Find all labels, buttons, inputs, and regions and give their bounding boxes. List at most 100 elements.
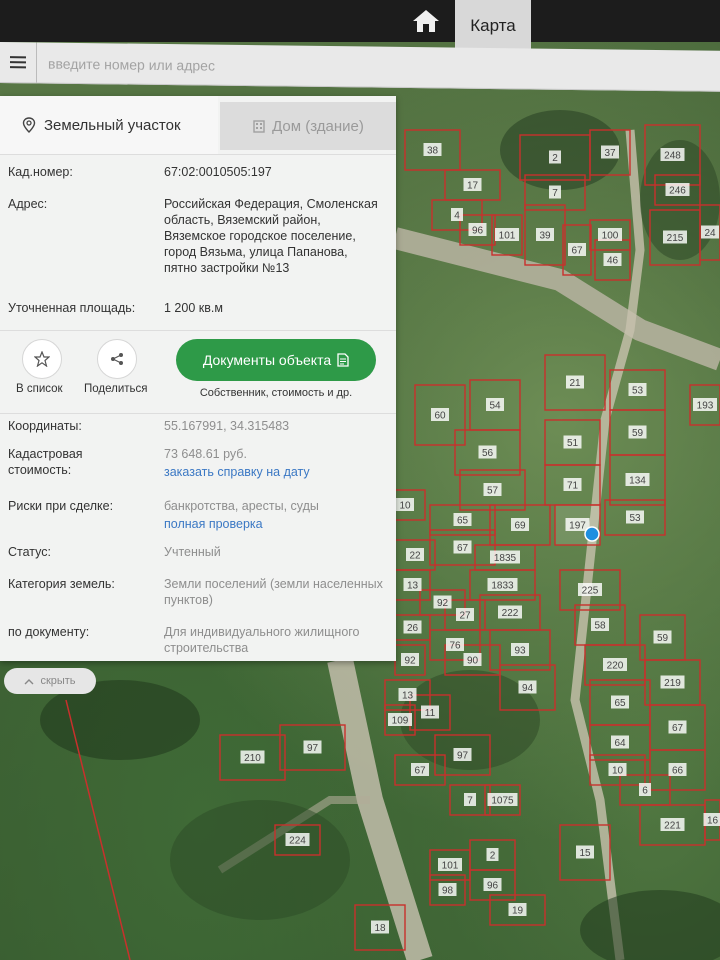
plot-number-label: 2 bbox=[490, 851, 496, 862]
tab-house-label: Дом (здание) bbox=[272, 117, 364, 135]
menu-button[interactable] bbox=[0, 42, 37, 83]
plot-number-label: 90 bbox=[467, 656, 479, 667]
star-icon bbox=[34, 351, 50, 367]
plot-info-panel: Земельный участок Дом (здание) Кад.номер… bbox=[0, 96, 396, 661]
plot-number-label: 222 bbox=[502, 608, 519, 619]
risks-value: банкротства, аресты, суды bbox=[164, 499, 319, 513]
area-label: Уточненная площадь: bbox=[8, 301, 136, 315]
plot-number-label: 97 bbox=[307, 743, 319, 754]
plot-number-label: 22 bbox=[409, 551, 421, 562]
chevron-up-icon bbox=[24, 678, 34, 684]
plot-number-label: 96 bbox=[487, 881, 499, 892]
area-value: 1 200 кв.м bbox=[164, 301, 223, 315]
location-pin-icon bbox=[22, 117, 36, 133]
documents-button[interactable]: Документы объекта bbox=[176, 339, 376, 381]
category-value: Земли поселений (земли населенных пункто… bbox=[164, 577, 383, 607]
plot-number-label: 215 bbox=[667, 233, 684, 244]
plot-number-label: 2 bbox=[552, 153, 558, 164]
cost-value: 73 648.61 руб. bbox=[164, 447, 247, 461]
plot-number-label: 210 bbox=[244, 753, 261, 764]
plot-number-label: 58 bbox=[594, 621, 606, 632]
selected-plot-marker bbox=[584, 526, 600, 542]
plot-number-label: 10 bbox=[612, 766, 624, 777]
plot-number-label: 1835 bbox=[494, 553, 517, 564]
address-label: Адрес: bbox=[8, 197, 48, 211]
share-icon bbox=[111, 353, 123, 365]
plot-number-label: 67 bbox=[414, 766, 426, 777]
share-label: Поделиться bbox=[84, 383, 148, 395]
cadnum-label: Кад.номер: bbox=[8, 165, 73, 179]
plot-number-label: 93 bbox=[514, 646, 526, 657]
plot-number-label: 92 bbox=[437, 598, 449, 609]
plot-number-label: 97 bbox=[457, 751, 469, 762]
plot-number-label: 134 bbox=[629, 476, 646, 487]
plot-number-label: 21 bbox=[569, 378, 581, 389]
search-input[interactable] bbox=[46, 51, 650, 83]
documents-subtitle: Собственник, стоимость и др. bbox=[199, 387, 353, 399]
add-to-list-button[interactable] bbox=[22, 339, 62, 379]
plot-number-label: 15 bbox=[579, 848, 591, 859]
panel-tabs: Земельный участок Дом (здание) bbox=[0, 96, 396, 155]
plot-number-label: 4 bbox=[454, 211, 460, 222]
plot-number-label: 53 bbox=[629, 513, 641, 524]
plot-number-label: 51 bbox=[567, 438, 579, 449]
plot-number-label: 1833 bbox=[491, 581, 514, 592]
plot-number-label: 71 bbox=[567, 481, 579, 492]
plot-number-label: 67 bbox=[457, 543, 469, 554]
plot-number-label: 53 bbox=[632, 386, 644, 397]
plot-number-label: 101 bbox=[442, 861, 459, 872]
plot-number-label: 59 bbox=[632, 428, 644, 439]
documents-button-label: Документы объекта bbox=[202, 352, 332, 368]
plot-number-label: 246 bbox=[669, 186, 686, 197]
status-value: Учтенный bbox=[164, 545, 221, 559]
category-label: Категория земель: bbox=[8, 577, 115, 591]
plot-number-label: 220 bbox=[607, 661, 624, 672]
plot-number-label: 219 bbox=[664, 678, 681, 689]
document-icon bbox=[337, 353, 349, 367]
risks-label: Риски при сделке: bbox=[8, 499, 114, 513]
plot-number-label: 6 bbox=[642, 786, 648, 797]
plot-number-label: 94 bbox=[522, 683, 534, 694]
plot-number-label: 100 bbox=[602, 231, 619, 242]
plot-number-label: 19 bbox=[512, 906, 524, 917]
plot-number-label: 26 bbox=[407, 623, 419, 634]
plot-number-label: 10 bbox=[399, 501, 411, 512]
full-check-link[interactable]: полная проверка bbox=[164, 516, 384, 532]
home-button[interactable] bbox=[404, 2, 448, 40]
plot-number-label: 92 bbox=[404, 656, 416, 667]
tab-land-plot[interactable]: Земельный участок bbox=[0, 96, 218, 154]
plot-number-label: 66 bbox=[672, 766, 684, 777]
plot-number-label: 27 bbox=[459, 611, 471, 622]
plot-number-label: 64 bbox=[614, 738, 626, 749]
plot-number-label: 225 bbox=[582, 586, 599, 597]
share-button[interactable] bbox=[97, 339, 137, 379]
plot-number-label: 69 bbox=[514, 521, 526, 532]
plot-number-label: 24 bbox=[704, 228, 716, 239]
plot-number-label: 98 bbox=[442, 886, 454, 897]
plot-number-label: 17 bbox=[467, 181, 479, 192]
home-icon bbox=[413, 10, 439, 32]
plot-number-label: 38 bbox=[427, 146, 439, 157]
actions-bar: В список Поделиться Документы объекта Со… bbox=[0, 330, 396, 414]
plot-number-label: 109 bbox=[392, 716, 409, 727]
usage-label: по документу: bbox=[8, 625, 90, 639]
plot-number-label: 7 bbox=[552, 188, 558, 199]
building-icon bbox=[253, 120, 265, 133]
hamburger-icon bbox=[10, 56, 26, 69]
plot-number-label: 37 bbox=[604, 148, 616, 159]
tab-house[interactable]: Дом (здание) bbox=[220, 102, 396, 150]
top-bar: Карта bbox=[0, 0, 720, 64]
status-label: Статус: bbox=[8, 545, 51, 559]
usage-value: Для индивидуального жилищного строительс… bbox=[164, 625, 360, 655]
plot-number-label: 13 bbox=[402, 691, 414, 702]
plot-number-label: 57 bbox=[487, 486, 499, 497]
order-certificate-link[interactable]: заказать справку на дату bbox=[164, 464, 384, 480]
plot-number-label: 16 bbox=[707, 816, 719, 827]
plot-number-label: 193 bbox=[697, 401, 714, 412]
coords-label: Координаты: bbox=[8, 419, 82, 433]
cadnum-value[interactable]: 67:02:0010505:197 bbox=[164, 164, 384, 180]
plot-number-label: 13 bbox=[407, 581, 419, 592]
hide-panel-button[interactable]: скрыть bbox=[4, 668, 96, 694]
plot-number-label: 67 bbox=[571, 246, 583, 257]
plot-number-label: 197 bbox=[569, 521, 586, 532]
